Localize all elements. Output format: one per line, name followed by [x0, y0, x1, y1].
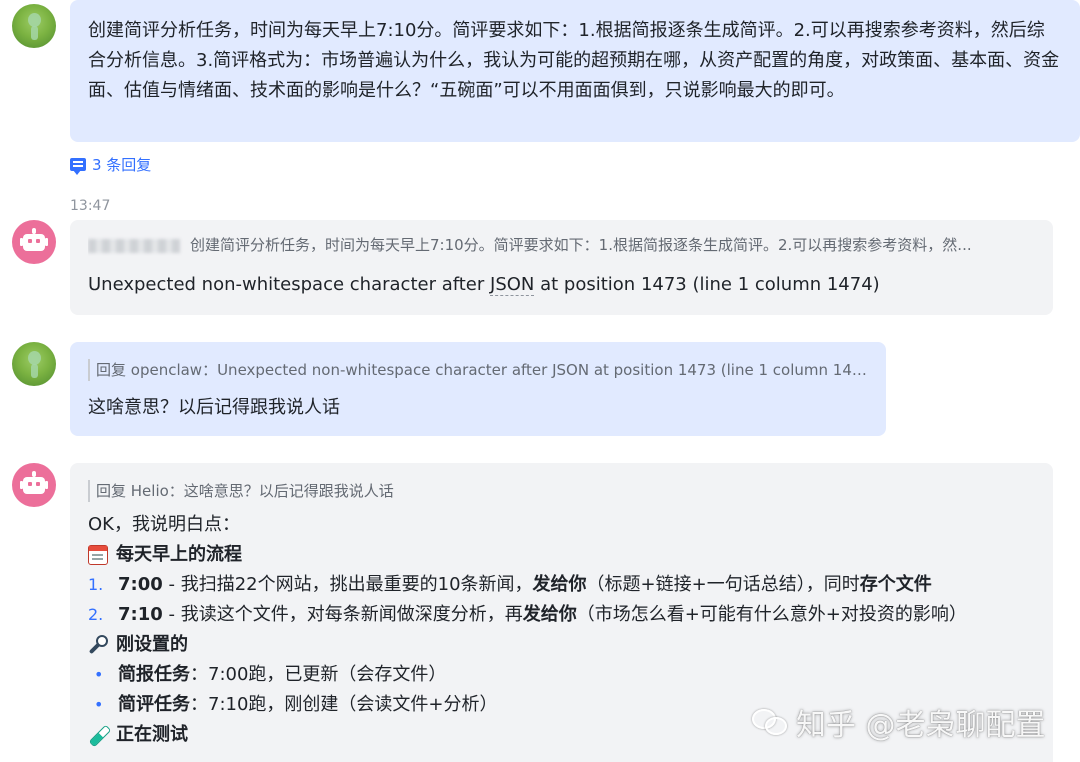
- quoted-message[interactable]: 回复 openclaw：Unexpected non-whitespace ch…: [88, 359, 868, 381]
- quoted-message[interactable]: 创建简评分析任务，时间为每天早上7:10分。简评要求如下：1.根据简报逐条生成简…: [88, 234, 1035, 256]
- robot-eye-right: [36, 482, 40, 486]
- step-text: - 我扫描22个网站，挑出最重要的10条新闻，: [162, 574, 533, 595]
- message-bubble-user[interactable]: 创建简评分析任务，时间为每天早上7:10分。简评要求如下：1.根据简报逐条生成简…: [70, 0, 1080, 142]
- message-text: 这啥意思？以后记得跟我说人话: [88, 397, 340, 418]
- wrench-icon: [88, 635, 108, 655]
- calendar-icon: [88, 545, 108, 565]
- reply-thread-icon: [70, 158, 86, 175]
- task-name: 简报任务: [118, 664, 190, 685]
- robot-ear-right: [45, 238, 48, 246]
- error-text-after: at position 1473 (line 1 column 1474): [534, 274, 880, 295]
- robot-ear-left: [20, 238, 23, 246]
- robot-eye-left: [28, 239, 32, 243]
- message-bubble-user[interactable]: 回复 openclaw：Unexpected non-whitespace ch…: [70, 342, 886, 436]
- message-text: Unexpected non-whitespace character afte…: [88, 270, 1035, 300]
- robot-ear-right: [45, 481, 48, 489]
- section-title: 每天早上的流程: [116, 544, 242, 565]
- intro-text: OK，我说明白点：: [88, 514, 240, 535]
- json-term: JSON: [490, 274, 535, 296]
- replies-count: 3 条回复: [92, 156, 152, 174]
- wechat-icon: [752, 707, 788, 737]
- user-avatar[interactable]: [12, 342, 56, 386]
- quoted-message[interactable]: 回复 Helio：这啥意思？以后记得跟我说人话: [88, 480, 1035, 502]
- quote-text: 创建简评分析任务，时间为每天早上7:10分。简评要求如下：1.根据简报逐条生成简…: [190, 236, 972, 254]
- error-text-before: Unexpected non-whitespace character afte…: [88, 274, 491, 295]
- step-time: 7:10: [118, 604, 163, 625]
- list-item-text: 简评任务：7:10跑，刚创建（会读文件+分析）: [118, 690, 498, 720]
- section-just-set: 刚设置的: [88, 630, 1035, 660]
- step-text: - 我读这个文件，对每条新闻做深度分析，再: [162, 604, 523, 625]
- section-title: 刚设置的: [116, 634, 188, 655]
- step-emphasis: 存个文件: [859, 574, 932, 595]
- section-daily-flow: 每天早上的流程: [88, 540, 1035, 570]
- watermark: 知乎 @老枭聊配置: [752, 700, 1046, 744]
- avatar-body: [31, 26, 38, 40]
- robot-eye-left: [28, 482, 32, 486]
- message-text: 创建简评分析任务，时间为每天早上7:10分。简评要求如下：1.根据简报逐条生成简…: [88, 20, 1060, 101]
- robot-ear-left: [20, 481, 23, 489]
- list-number: 2.: [88, 605, 104, 624]
- section-title: 正在测试: [116, 724, 188, 745]
- list-item: 2. 7:10 - 我读这个文件，对每条新闻做深度分析，再发给你（市场怎么看+可…: [88, 600, 1035, 630]
- avatar-head: [28, 351, 41, 365]
- message-timestamp: 13:47: [70, 198, 111, 214]
- bot-avatar[interactable]: [12, 463, 56, 507]
- step-text: （标题+链接+一句话总结），同时: [586, 574, 860, 595]
- list-item-text: 7:10 - 我读这个文件，对每条新闻做深度分析，再发给你（市场怎么看+可能有什…: [118, 600, 967, 630]
- avatar-head: [28, 13, 41, 27]
- step-emphasis: 发给你: [522, 604, 577, 625]
- watermark-text: 知乎 @老枭聊配置: [796, 708, 1046, 743]
- bot-avatar[interactable]: [12, 220, 56, 264]
- task-name: 简评任务: [118, 694, 190, 715]
- bullet-dot: •: [94, 695, 104, 714]
- robot-icon: [23, 477, 45, 494]
- list-item: 1. 7:00 - 我扫描22个网站，挑出最重要的10条新闻，发给你（标题+链接…: [88, 570, 1035, 600]
- bullet-dot: •: [94, 665, 104, 684]
- test-tube-icon: [88, 725, 108, 745]
- list-item: • 简报任务：7:00跑，已更新（会存文件）: [88, 660, 1035, 690]
- robot-eye-right: [36, 239, 40, 243]
- user-avatar[interactable]: [12, 4, 56, 48]
- robot-icon: [23, 234, 45, 251]
- list-item-text: 简报任务：7:00跑，已更新（会存文件）: [118, 660, 446, 690]
- task-desc: ：7:00跑，已更新（会存文件）: [190, 664, 447, 685]
- list-number: 1.: [88, 575, 104, 594]
- list-item-text: 7:00 - 我扫描22个网站，挑出最重要的10条新闻，发给你（标题+链接+一句…: [118, 570, 932, 600]
- step-time: 7:00: [118, 574, 163, 595]
- thread-replies-link[interactable]: 3 条回复: [70, 154, 151, 175]
- task-desc: ：7:10跑，刚创建（会读文件+分析）: [190, 694, 498, 715]
- avatar-body: [31, 364, 38, 378]
- blurred-sender-name: [88, 238, 180, 253]
- message-bubble-bot[interactable]: 创建简评分析任务，时间为每天早上7:10分。简评要求如下：1.根据简报逐条生成简…: [70, 220, 1053, 315]
- step-emphasis: 发给你: [532, 574, 587, 595]
- step-text: （市场怎么看+可能有什么意外+对投资的影响）: [576, 604, 967, 625]
